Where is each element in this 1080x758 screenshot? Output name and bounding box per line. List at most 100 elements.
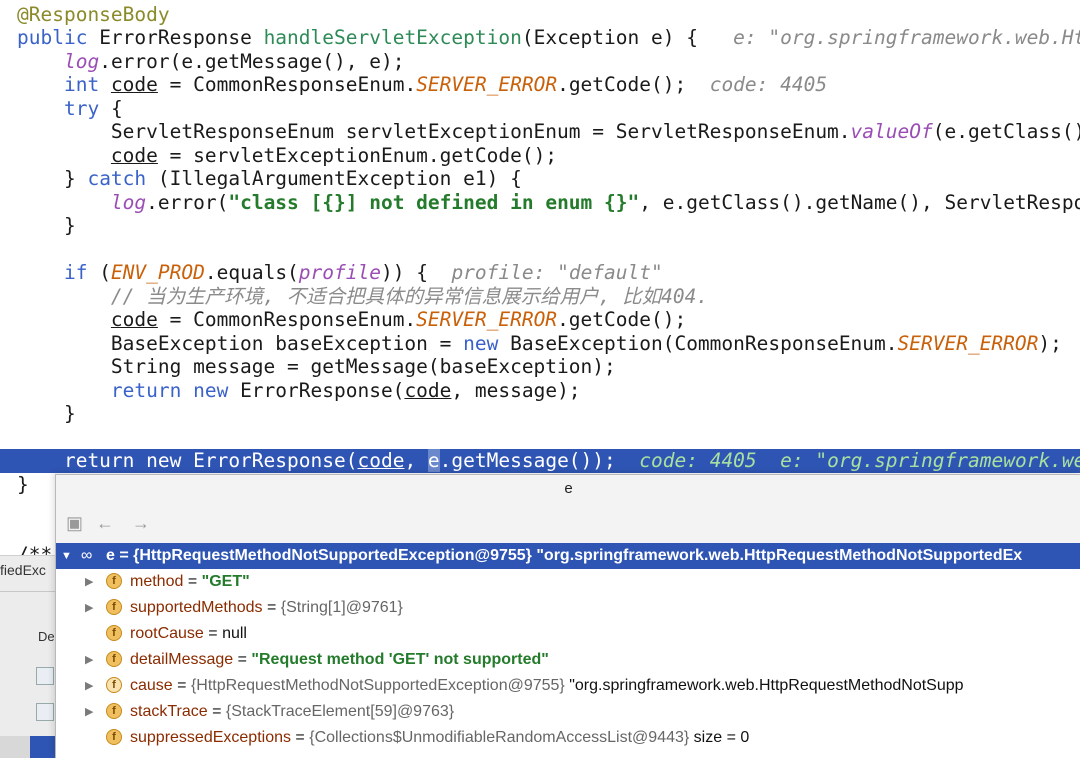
code-token: return new: [110, 379, 241, 402]
expand-arrow-icon[interactable]: ▶: [85, 673, 93, 699]
tree-field-row[interactable]: ▶ f supportedMethods = {String[1]@9761}: [56, 595, 1080, 621]
code-line[interactable]: // 当为生产环境, 不适合把具体的异常信息展示给用户, 比如404.: [17, 285, 708, 309]
evaluate-popup[interactable]: e ▣ ← → ▼ ∞ e = {HttpRequestMethodNotSup…: [55, 474, 1080, 758]
field-value: {String[1]@9761}: [280, 599, 403, 616]
code-line[interactable]: log.error("class [{}] not defined in enu…: [17, 191, 1080, 215]
tree-field-row[interactable]: ▶ f detailMessage = "Request method 'GET' …: [56, 647, 1080, 673]
tree-field-row[interactable]: f rootCause = null: [56, 621, 1080, 647]
code-token: "class [{}] not defined in enum {}": [228, 191, 640, 214]
frame-icon[interactable]: [36, 703, 54, 721]
field-name: cause: [130, 677, 173, 694]
forward-arrow-icon[interactable]: →: [132, 513, 150, 533]
field-name: supportedMethods: [130, 599, 263, 616]
code-line[interactable]: } catch (IllegalArgumentException e1) {: [17, 167, 522, 191]
tree-field-row[interactable]: ▶ f cause = {HttpRequestMethodNotSupported…: [56, 673, 1080, 699]
panel-divider: [0, 591, 55, 592]
code-line[interactable]: String message = getMessage(baseExceptio…: [17, 355, 616, 379]
field-text: suppressedExceptions = {Collections$Unmo…: [130, 725, 749, 751]
field-name: method: [130, 573, 184, 590]
code-line[interactable]: }: [17, 214, 76, 238]
tree-root-row[interactable]: ▼ ∞ e = {HttpRequestMethodNotSupportedEx…: [56, 543, 1080, 569]
code-line[interactable]: }: [17, 402, 76, 426]
expand-arrow-icon[interactable]: ▶: [85, 647, 93, 673]
code-line[interactable]: ServletResponseEnum servletExceptionEnum…: [17, 120, 1080, 144]
code-line[interactable]: }: [17, 473, 29, 497]
code-token: ENV_PROD: [110, 261, 205, 284]
code-token: if: [63, 261, 100, 284]
field-name: suppressedExceptions: [130, 729, 291, 746]
field-text: stackTrace = {StackTraceElement[59]@9763…: [130, 699, 454, 725]
code-token: profile: [298, 261, 381, 284]
root-variable-value: = {HttpRequestMethodNotSupportedExceptio…: [114, 547, 1023, 564]
field-value: {Collections$UnmodifiableRandomAccessLis…: [309, 729, 690, 746]
code-line[interactable]: return new ErrorResponse(code, message);: [17, 379, 581, 403]
tree-field-row[interactable]: f suppressedExceptions = {Collections$Unm…: [56, 725, 1080, 751]
panel-icon[interactable]: [36, 667, 54, 685]
code-token: String message = getMessage(baseExceptio…: [17, 355, 616, 378]
field-icon: f: [106, 677, 122, 693]
expand-arrow-icon[interactable]: ▶: [85, 595, 93, 621]
current-line-code: return new ErrorResponse(code, e.getMess…: [17, 449, 1080, 473]
field-icon: f: [106, 703, 122, 719]
code-token: code: [110, 144, 158, 167]
field-name: stackTrace: [130, 703, 208, 720]
field-value: {StackTraceElement[59]@9763}: [225, 703, 455, 720]
collapse-arrow-icon[interactable]: ▼: [61, 543, 72, 569]
code-line[interactable]: code = servletExceptionEnum.getCode();: [17, 144, 557, 168]
code-line[interactable]: int code = CommonResponseEnum.SERVER_ERR…: [17, 73, 827, 97]
debug-tab[interactable]: De: [38, 629, 55, 644]
code-token: = CommonResponseEnum.: [157, 73, 417, 96]
code-line[interactable]: @ResponseBody: [17, 3, 170, 27]
code-token: e: [427, 449, 440, 472]
code-token: BaseException(CommonResponseEnum.: [510, 332, 898, 355]
code-token: code: 4405 e: "org.springframework.we: [639, 449, 1080, 472]
code-token: log: [110, 191, 147, 214]
code-line[interactable]: BaseException baseException = new BaseEx…: [17, 332, 1062, 356]
code-line[interactable]: if (ENV_PROD.equals(profile)) { profile:…: [17, 261, 663, 285]
field-value: {HttpRequestMethodNotSupportedException@…: [190, 677, 565, 694]
layout-icon[interactable]: ▣: [66, 513, 83, 533]
field-equals: =: [233, 651, 252, 668]
current-execution-line[interactable]: return new ErrorResponse(code, e.getMess…: [0, 449, 1080, 473]
code-token: valueOf: [850, 120, 933, 143]
code-line[interactable]: code = CommonResponseEnum.SERVER_ERROR.g…: [17, 308, 686, 332]
code-token: }: [17, 214, 76, 237]
code-token: int: [63, 73, 111, 96]
code-token: log: [63, 50, 100, 73]
tree-field-row[interactable]: ▶ f stackTrace = {StackTraceElement[59]@97…: [56, 699, 1080, 725]
watch-icon: ∞: [81, 547, 93, 564]
field-text: detailMessage = "Request method 'GET' no…: [130, 647, 549, 673]
back-arrow-icon[interactable]: ←: [96, 513, 114, 533]
code-token: , e.getClass().getName(), ServletRespo: [639, 191, 1080, 214]
field-icon: f: [106, 729, 122, 745]
field-text: cause = {HttpRequestMethodNotSupportedEx…: [130, 673, 964, 699]
code-token: = CommonResponseEnum.: [157, 308, 417, 331]
status-segment-active: [30, 736, 55, 758]
tree-field-row[interactable]: ▶ f method = "GET": [56, 569, 1080, 595]
field-equals: =: [183, 573, 202, 590]
code-token: (Exception e) {: [521, 26, 734, 49]
code-token: ,: [404, 449, 428, 472]
field-icon: f: [106, 573, 122, 589]
popup-title: e: [56, 475, 1080, 503]
code-token: = servletExceptionEnum.getCode();: [157, 144, 558, 167]
code-line[interactable]: try {: [17, 97, 123, 121]
file-tab[interactable]: fiedExc: [0, 562, 46, 578]
code-token: SERVER_ERROR: [416, 73, 558, 96]
code-line[interactable]: log.error(e.getMessage(), e);: [17, 50, 404, 74]
expand-arrow-icon[interactable]: ▶: [85, 699, 93, 725]
code-token: try: [63, 97, 111, 120]
field-value: null: [222, 625, 247, 642]
code-token: .error(: [146, 191, 229, 214]
code-token: }: [17, 402, 76, 425]
code-token: ErrorResponse(: [240, 379, 405, 402]
code-token: code: [357, 449, 405, 472]
expand-arrow-icon[interactable]: ▶: [85, 569, 93, 595]
code-line[interactable]: public ErrorResponse handleServletExcept…: [17, 26, 1080, 50]
